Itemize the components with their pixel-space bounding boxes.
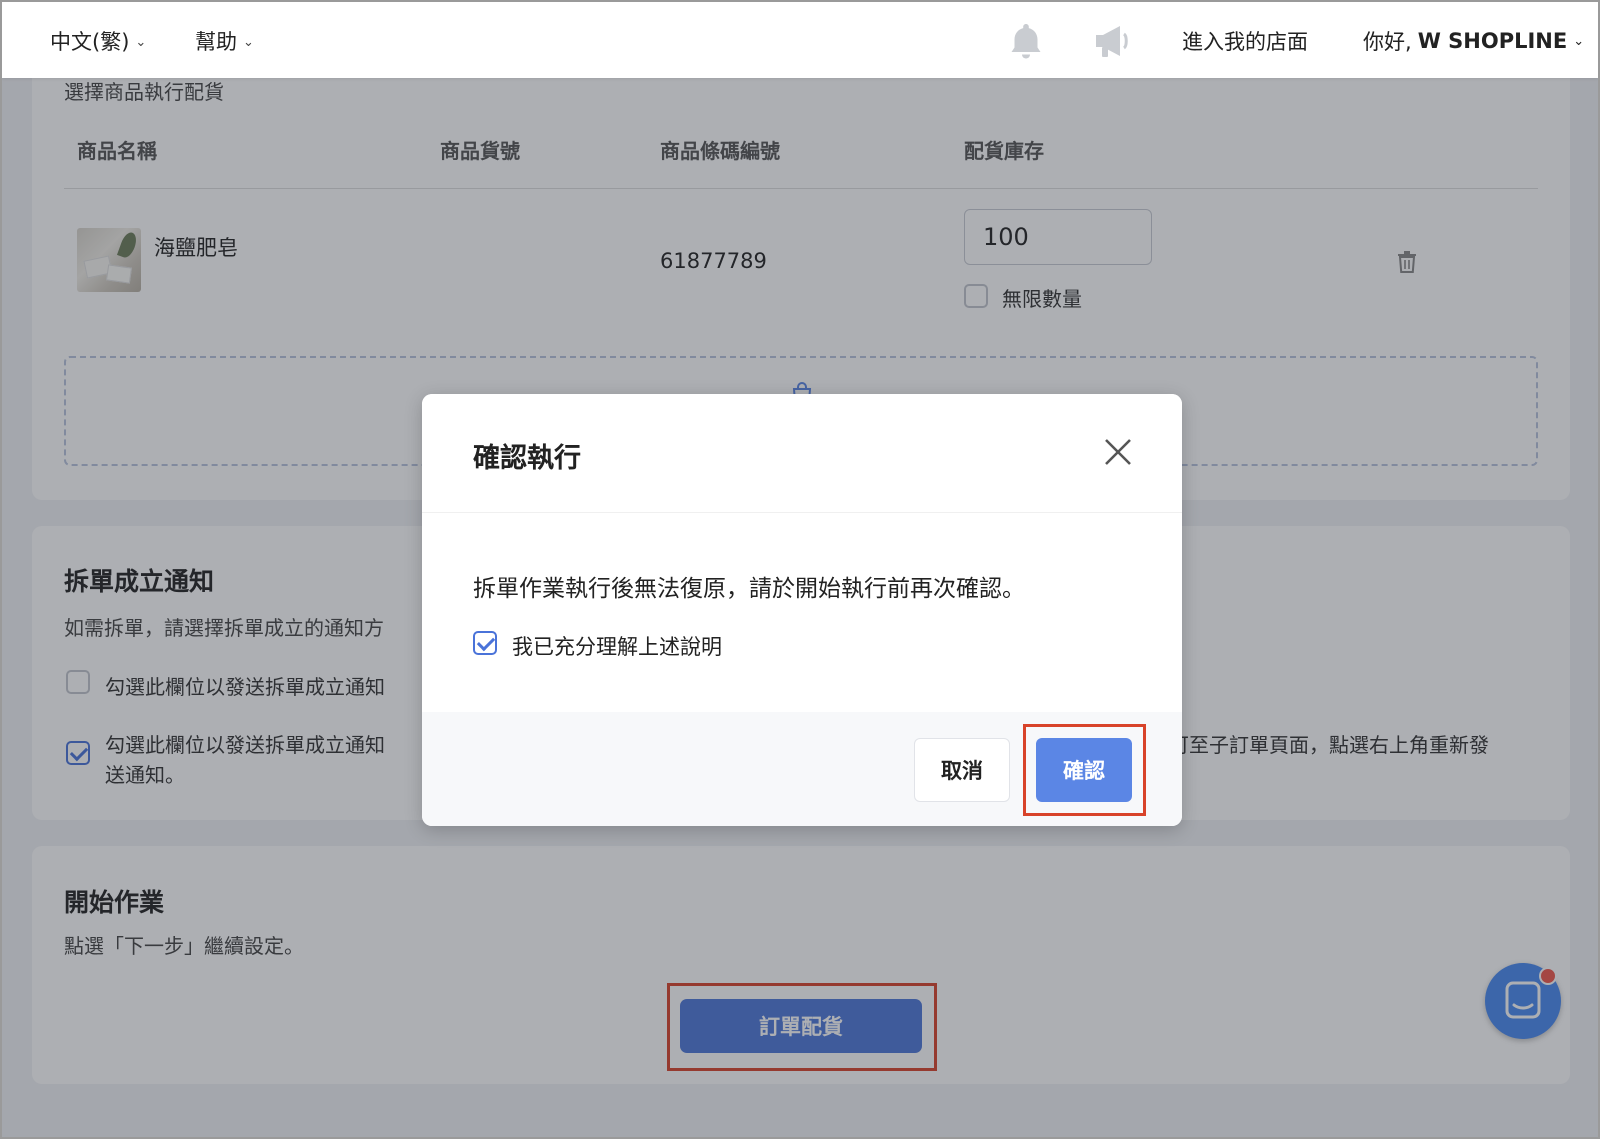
- dialog-message: 拆單作業執行後無法復原，請於開始執行前再次確認。: [473, 576, 1025, 602]
- dialog-header: 確認執行: [422, 394, 1182, 512]
- acknowledge-checkbox[interactable]: [473, 631, 497, 655]
- user-menu[interactable]: 你好, W SHOPLINE ⌄: [1363, 26, 1584, 56]
- top-bar: 中文(繁) ⌄ 幫助 ⌄ 進入我的店面 你好, W SHOPLINE ⌄: [2, 2, 1598, 78]
- help-dropdown[interactable]: 幫助 ⌄: [195, 26, 254, 56]
- dialog-body: 拆單作業執行後無法復原，請於開始執行前再次確認。 我已充分理解上述說明: [422, 512, 1182, 713]
- highlight-box-confirm: [1023, 724, 1146, 816]
- chevron-down-icon: ⌄: [243, 34, 254, 50]
- help-label: 幫助: [195, 30, 237, 54]
- language-dropdown[interactable]: 中文(繁) ⌄: [50, 26, 146, 56]
- chevron-down-icon: ⌄: [135, 34, 147, 50]
- acknowledge-label: 我已充分理解上述說明: [512, 635, 722, 659]
- close-icon[interactable]: [1102, 436, 1134, 468]
- bell-icon[interactable]: [1005, 20, 1047, 62]
- megaphone-icon[interactable]: [1092, 20, 1134, 62]
- language-label: 中文(繁): [50, 30, 130, 54]
- greeting-text: 你好,: [1363, 30, 1412, 54]
- app-frame: 中文(繁) ⌄ 幫助 ⌄ 進入我的店面 你好, W SHOPLINE ⌄ 選擇商…: [0, 0, 1600, 1139]
- dialog-title: 確認執行: [473, 443, 581, 474]
- chevron-down-icon: ⌄: [1573, 33, 1585, 49]
- storefront-link[interactable]: 進入我的店面: [1182, 26, 1308, 56]
- user-name: W SHOPLINE: [1417, 29, 1568, 53]
- cancel-button[interactable]: 取消: [914, 738, 1010, 802]
